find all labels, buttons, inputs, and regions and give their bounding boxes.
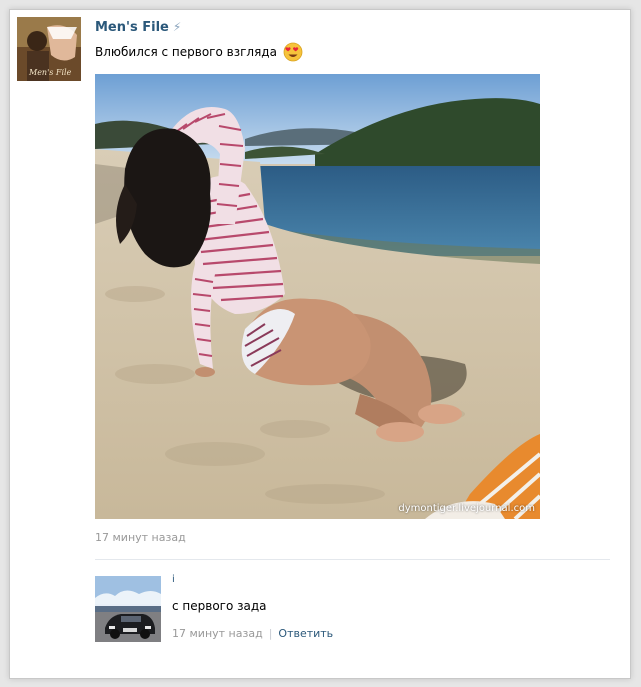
post-text-row: Влюбился с первого взгляда bbox=[95, 41, 303, 63]
photo-watermark: dymontiger.livejournal.com bbox=[398, 503, 535, 514]
commenter-avatar-image bbox=[95, 576, 161, 642]
author-avatar-image: Men's File bbox=[17, 17, 81, 81]
post-header: Men's File ⚡ bbox=[95, 17, 181, 37]
comment-meta: 17 минут назад | Ответить bbox=[172, 627, 333, 640]
comments-divider bbox=[95, 559, 610, 560]
post-photo[interactable]: dymontiger.livejournal.com bbox=[95, 74, 540, 519]
comment-timestamp[interactable]: 17 минут назад bbox=[172, 627, 263, 640]
heart-eyes-emoji-icon bbox=[283, 42, 303, 62]
commenter-avatar[interactable] bbox=[95, 576, 161, 642]
commenter-name-link[interactable]: i bbox=[172, 575, 178, 585]
comment-text: с первого зада bbox=[172, 599, 267, 613]
lightning-bolt-icon: ⚡ bbox=[172, 20, 182, 34]
author-name-link[interactable]: Men's File bbox=[95, 20, 169, 35]
avatar-logo-text: Men's File bbox=[28, 68, 72, 77]
post-timestamp[interactable]: 17 минут назад bbox=[95, 531, 186, 544]
meta-separator: | bbox=[268, 627, 273, 640]
reply-link[interactable]: Ответить bbox=[278, 627, 333, 640]
author-avatar[interactable]: Men's File bbox=[17, 17, 81, 81]
beach-photo bbox=[95, 74, 540, 519]
post-text: Влюбился с первого взгляда bbox=[95, 45, 277, 59]
